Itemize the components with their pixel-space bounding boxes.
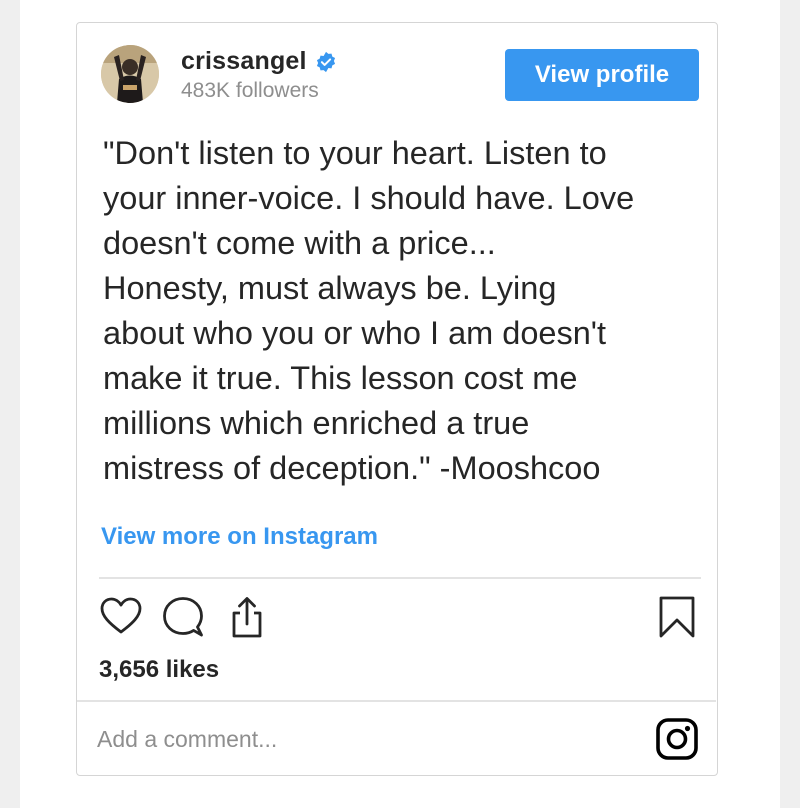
like-count[interactable]: 3,656 likes — [99, 656, 219, 684]
divider — [99, 577, 701, 579]
right-gutter — [780, 0, 800, 808]
instagram-embed-card: crissangel 483K followers View profile "… — [76, 22, 718, 776]
left-gutter — [0, 0, 20, 808]
action-bar — [99, 595, 701, 641]
divider — [77, 700, 716, 702]
instagram-logo-icon[interactable] — [655, 717, 699, 761]
username[interactable]: crissangel — [181, 47, 307, 76]
username-row: crissangel — [181, 47, 337, 76]
comment-icon[interactable] — [161, 595, 205, 639]
heart-icon[interactable] — [99, 595, 143, 639]
avatar-image — [101, 45, 159, 103]
view-more-on-instagram-link[interactable]: View more on Instagram — [101, 523, 378, 551]
post-caption: "Don't listen to your heart. Listen to y… — [103, 135, 635, 486]
bookmark-icon[interactable] — [655, 595, 699, 639]
comment-input[interactable] — [97, 719, 617, 759]
verified-badge-icon — [315, 51, 337, 73]
follower-count: 483K followers — [181, 79, 319, 102]
view-profile-button[interactable]: View profile — [505, 49, 699, 101]
share-icon[interactable] — [225, 595, 269, 639]
page: crissangel 483K followers View profile "… — [0, 0, 800, 808]
avatar[interactable] — [101, 45, 159, 103]
